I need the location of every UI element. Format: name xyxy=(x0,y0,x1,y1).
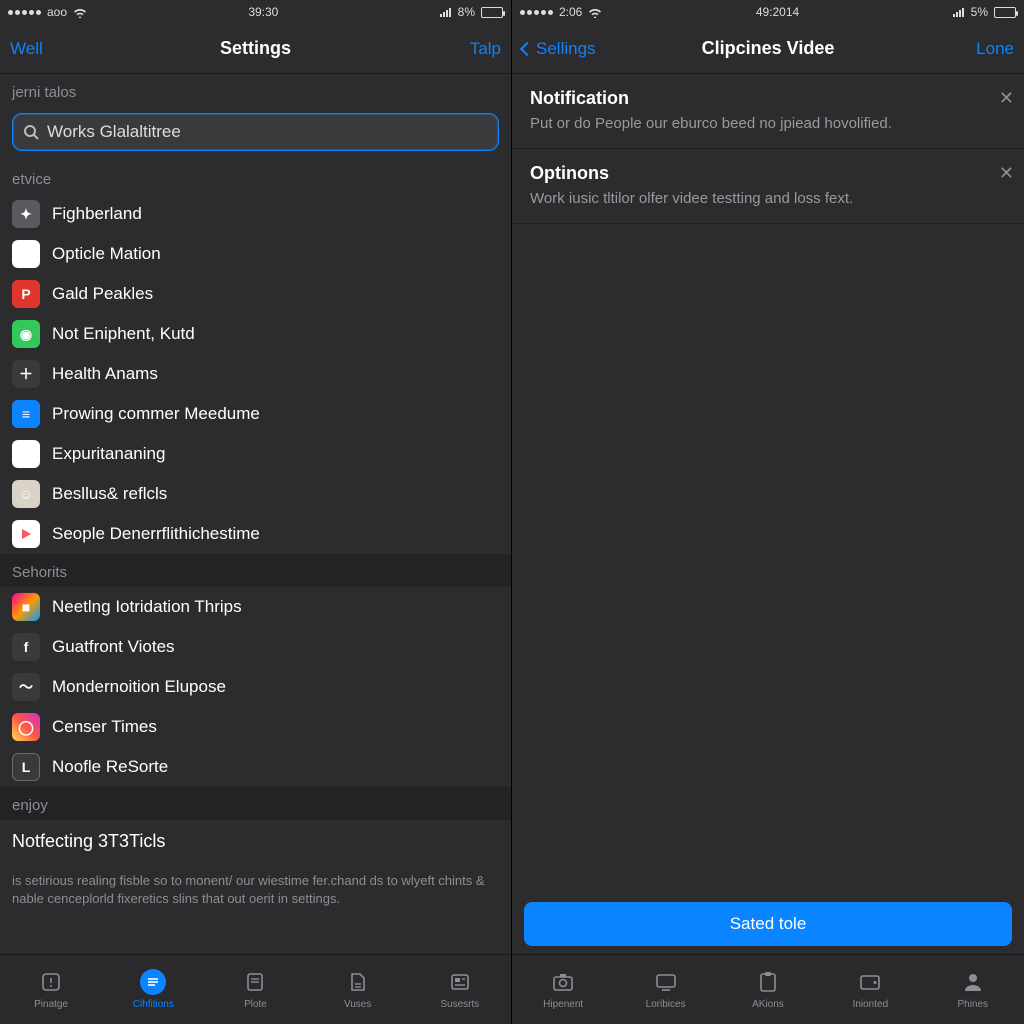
section-header: jerni talos xyxy=(0,74,511,107)
app-icon: P xyxy=(12,440,40,468)
battery-pct: 5% xyxy=(971,5,988,19)
tab-bar: Hipenent Loribices AKions Inionted xyxy=(512,954,1024,1024)
tab-phines[interactable]: Phines xyxy=(922,969,1024,1010)
nav-title: Clipcines Videe xyxy=(602,38,934,59)
wallet-icon xyxy=(857,969,883,995)
signal-icon xyxy=(520,10,553,15)
list-item[interactable]: ≡ Prowing commer Meedume xyxy=(0,394,511,434)
left-screen: aoo 39:30 8% Well Settings Talp xyxy=(0,0,512,1024)
facebook-icon: f xyxy=(12,633,40,661)
section-header: etvice xyxy=(0,161,511,194)
list-item[interactable]: Notfecting 3T3Ticls xyxy=(0,820,511,862)
instagram-icon: ◯ xyxy=(12,713,40,741)
person-icon xyxy=(960,969,986,995)
close-icon[interactable]: ✕ xyxy=(999,88,1014,109)
card-subtitle: Put or do People our eburco beed no jpie… xyxy=(530,115,1006,132)
settings-list: ✦ Fighberland ▦ Opticle Mation P Gald Pe… xyxy=(0,194,511,554)
app-icon: ■ xyxy=(12,593,40,621)
doc-icon xyxy=(242,969,268,995)
plus-icon: ＋ xyxy=(12,360,40,388)
app-icon: L xyxy=(12,753,40,781)
app-icon: ▦ xyxy=(12,240,40,268)
file-icon xyxy=(345,969,371,995)
list-item[interactable]: L Noofle ReSorte xyxy=(0,747,511,787)
alert-icon xyxy=(38,969,64,995)
section-header: enjoy xyxy=(0,787,511,820)
footnote-text: is setirious realing fisble so to monent… xyxy=(0,862,511,919)
camera-icon xyxy=(550,969,576,995)
tab-akions[interactable]: AKions xyxy=(717,969,819,1010)
card-title: Notification xyxy=(530,88,1006,109)
chat-icon xyxy=(140,969,166,995)
person-icon: ☺ xyxy=(12,480,40,508)
notification-card: Notification Put or do People our eburco… xyxy=(512,74,1024,149)
tab-pinatge[interactable]: Pinatge xyxy=(0,969,102,1010)
save-button[interactable]: Sated tole xyxy=(524,902,1012,946)
cell-icon xyxy=(440,7,452,17)
right-screen: 2:06 49:2014 5% Sellings Clipcines Videe xyxy=(512,0,1024,1024)
wave-icon: ～ xyxy=(12,673,40,701)
status-time: 49:2014 xyxy=(756,5,799,19)
nav-action-button[interactable]: Talp xyxy=(421,39,501,59)
status-bar: 2:06 49:2014 5% xyxy=(512,0,1024,24)
cell-icon xyxy=(953,7,965,17)
star-icon: ✦ xyxy=(12,200,40,228)
list-item[interactable]: ◯ Censer Times xyxy=(0,707,511,747)
list-item[interactable]: ＋ Health Anams xyxy=(0,354,511,394)
status-time: 39:30 xyxy=(248,5,278,19)
signal-icon xyxy=(8,10,41,15)
list-item[interactable]: P Expuritananing xyxy=(0,434,511,474)
search-text: Works Glalaltitree xyxy=(47,122,181,142)
wifi-icon xyxy=(73,7,87,18)
tab-hipenent[interactable]: Hipenent xyxy=(512,969,614,1010)
chevron-left-icon xyxy=(520,41,534,55)
tab-susesrts[interactable]: Susesrts xyxy=(409,969,511,1010)
clipboard-icon xyxy=(755,969,781,995)
options-card: Optinons Work iusic tltilor olfer videe … xyxy=(512,149,1024,224)
app-icon: P xyxy=(12,280,40,308)
section-header: Sehorits xyxy=(0,554,511,587)
list-item[interactable]: Seople Denerrflithichestime xyxy=(0,514,511,554)
list-item[interactable]: ～ Mondernoition Elupose xyxy=(0,667,511,707)
monitor-icon xyxy=(653,969,679,995)
tab-vuses[interactable]: Vuses xyxy=(307,969,409,1010)
tab-inionted[interactable]: Inionted xyxy=(819,969,921,1010)
status-time-left: 2:06 xyxy=(559,5,582,19)
close-icon[interactable]: ✕ xyxy=(999,163,1014,184)
nav-back-button[interactable]: Well xyxy=(10,39,90,59)
nav-bar: Sellings Clipcines Videe Lone xyxy=(512,24,1024,74)
search-input[interactable]: Works Glalaltitree xyxy=(12,113,499,151)
battery-icon xyxy=(481,7,503,18)
list-item[interactable]: ■ Neetlng Iotridation Thrips xyxy=(0,587,511,627)
list-item[interactable]: ◉ Not Eniphent, Kutd xyxy=(0,314,511,354)
tab-plote[interactable]: Plote xyxy=(204,969,306,1010)
card-title: Optinons xyxy=(530,163,1006,184)
battery-icon xyxy=(994,7,1016,18)
news-icon xyxy=(447,969,473,995)
carrier-label: aoo xyxy=(47,5,67,19)
list-item[interactable]: ▦ Opticle Mation xyxy=(0,234,511,274)
globe-icon: ◉ xyxy=(12,320,40,348)
tab-bar: Pinatge Cihfitions Plote Vuses xyxy=(0,954,511,1024)
list-item[interactable]: ✦ Fighberland xyxy=(0,194,511,234)
battery-pct: 8% xyxy=(458,5,475,19)
nav-back-button[interactable]: Sellings xyxy=(522,39,602,59)
nav-action-button[interactable]: Lone xyxy=(934,39,1014,59)
search-icon xyxy=(23,124,39,140)
tab-cihfitions[interactable]: Cihfitions xyxy=(102,969,204,1010)
nav-title: Settings xyxy=(90,38,421,59)
wifi-icon xyxy=(588,7,602,18)
tab-loribices[interactable]: Loribices xyxy=(614,969,716,1010)
list-item[interactable]: P Gald Peakles xyxy=(0,274,511,314)
nav-bar: Well Settings Talp xyxy=(0,24,511,74)
play-icon xyxy=(12,520,40,548)
list-icon: ≡ xyxy=(12,400,40,428)
list-item[interactable]: ☺ Besllus& reflcls xyxy=(0,474,511,514)
card-subtitle: Work iusic tltilor olfer videe testting … xyxy=(530,190,1006,207)
status-bar: aoo 39:30 8% xyxy=(0,0,511,24)
settings-list: ■ Neetlng Iotridation Thrips f Guatfront… xyxy=(0,587,511,787)
list-item[interactable]: f Guatfront Viotes xyxy=(0,627,511,667)
